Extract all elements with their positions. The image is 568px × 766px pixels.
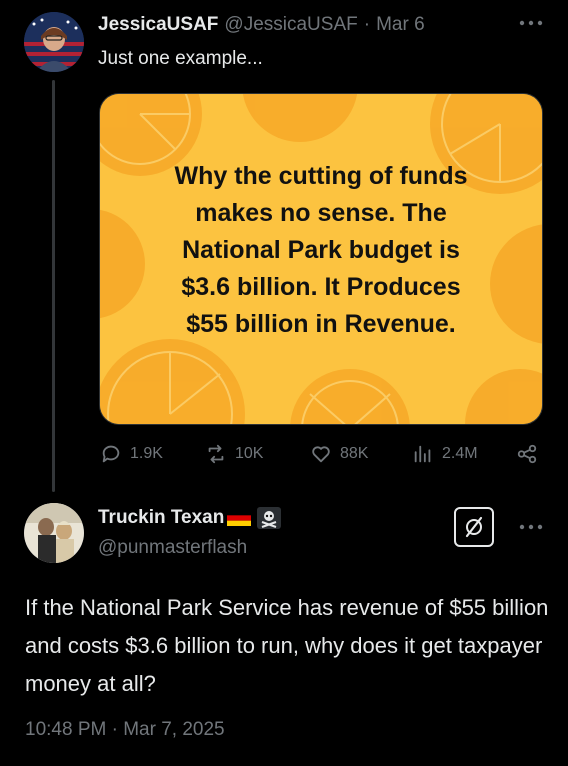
reply-action[interactable]: 1.9K <box>100 443 163 465</box>
reply-header: Truckin Texan <box>98 507 282 529</box>
views-icon <box>414 445 431 463</box>
views-action[interactable]: 2.4M <box>412 443 478 465</box>
avatar-truckin-texan[interactable] <box>24 503 84 563</box>
reply-ellipsis-icon[interactable] <box>518 520 544 538</box>
tweet-text: Just one example... <box>98 48 263 69</box>
grok-icon[interactable] <box>454 507 494 547</box>
reply-icon <box>102 445 120 463</box>
reply-count: 1.9K <box>130 445 163 462</box>
skull-crossbones-icon <box>257 507 282 529</box>
media-caption: Why the cutting of funds makes no sense.… <box>100 158 542 343</box>
author-name[interactable]: JessicaUSAF <box>98 14 218 36</box>
thread-line <box>52 80 55 492</box>
repost-count: 10K <box>235 445 264 462</box>
tweet-header: JessicaUSAF @JessicaUSAF · Mar 6 <box>98 14 425 36</box>
ellipsis-icon[interactable] <box>518 12 544 35</box>
reply-author-handle[interactable]: @punmasterflash <box>98 537 247 559</box>
reply-text: If the National Park Service has revenue… <box>25 595 549 696</box>
views-count: 2.4M <box>442 445 478 462</box>
germany-flag-icon <box>227 510 252 526</box>
media-line: makes no sense. The <box>195 199 447 227</box>
media-line: $55 billion in Revenue. <box>186 310 456 338</box>
media-line: Why the cutting of funds <box>174 162 468 190</box>
share-icon <box>517 444 537 464</box>
reply-timestamp[interactable]: 10:48 PM · Mar 7, 2025 <box>25 719 225 741</box>
repost-action[interactable]: 10K <box>205 443 263 465</box>
share-action[interactable] <box>516 443 538 465</box>
tweet-date[interactable]: Mar 6 <box>376 14 425 36</box>
heart-icon <box>312 446 330 463</box>
tweet-media-image[interactable]: Why the cutting of funds makes no sense.… <box>99 93 543 425</box>
media-line: $3.6 billion. It Produces <box>181 273 461 301</box>
like-count: 88K <box>340 445 369 462</box>
reply-author-name[interactable]: Truckin Texan <box>98 507 224 529</box>
media-line: National Park budget is <box>182 236 460 264</box>
repost-icon <box>208 444 224 464</box>
like-action[interactable]: 88K <box>310 443 368 465</box>
avatar-jessicausaf[interactable] <box>24 12 84 72</box>
separator: · <box>363 14 371 35</box>
author-handle[interactable]: @JessicaUSAF <box>224 14 357 36</box>
